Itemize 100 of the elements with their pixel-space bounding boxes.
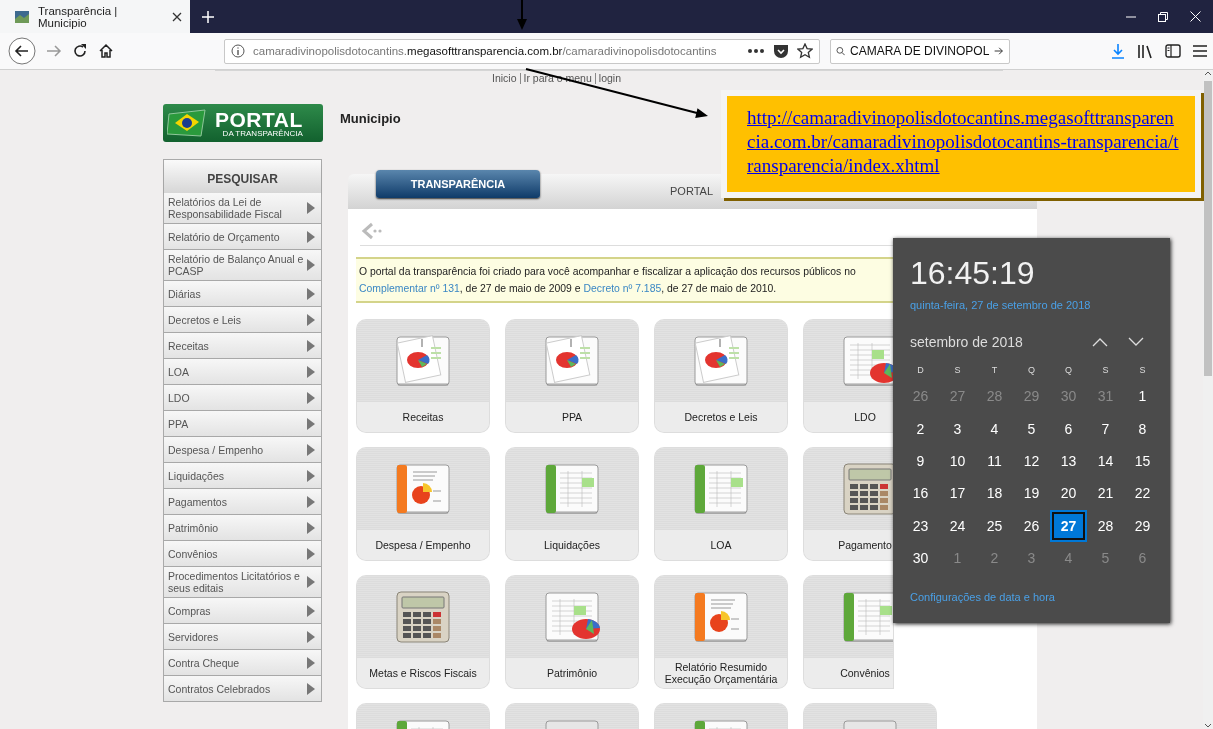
calendar-day[interactable]: 25 [976, 509, 1013, 542]
sidebar-item[interactable]: Diárias [164, 281, 321, 307]
calendar-day[interactable]: 24 [939, 509, 976, 542]
more-icon[interactable] [747, 48, 765, 54]
caret-icon [307, 656, 315, 669]
calendar-day[interactable]: 29 [1124, 509, 1161, 542]
url-link[interactable]: http://camaradivinopolisdotocantins.megasofttransparencia.com.br/camaradivinopolisdotocantins-transparencia/transparencia/index.xhtml [747, 106, 1181, 178]
menu-tile[interactable]: Patrimônio [506, 576, 638, 688]
menu-tile[interactable]: Despesa / Empenho [357, 448, 489, 560]
chevron-up-icon[interactable] [1092, 337, 1108, 347]
menu-tile[interactable]: Convênios [804, 576, 893, 688]
sidebar-item[interactable]: LOA [164, 359, 321, 385]
sidebar-item[interactable]: Servidores [164, 624, 321, 650]
scrollbar[interactable] [1203, 70, 1213, 729]
calendar-day[interactable]: 23 [902, 509, 939, 542]
weekday-label: Q [1064, 364, 1073, 377]
menu-tile[interactable]: LOA [655, 448, 787, 560]
calendar-day[interactable]: 6 [1050, 412, 1087, 445]
tab[interactable]: TRANSPARÊNCIA [376, 170, 540, 198]
calendar-day[interactable]: 2 [902, 412, 939, 445]
menu-tile[interactable]: Metas e Riscos Fiscais [357, 576, 489, 688]
restore-icon[interactable] [1158, 11, 1168, 22]
download-icon[interactable] [1111, 43, 1125, 59]
nav-link[interactable]: login [594, 73, 624, 84]
calendar-day[interactable]: 26 [1013, 509, 1050, 542]
menu-tile[interactable]: Receitas [357, 320, 489, 432]
calendar-day[interactable]: 14 [1087, 444, 1124, 478]
menu-tile[interactable]: Liquidações [506, 448, 638, 560]
menu-tile[interactable]: PPA [506, 320, 638, 432]
chevron-down-icon[interactable] [1128, 337, 1144, 347]
back-icon[interactable] [8, 37, 36, 65]
menu-tile[interactable]: Relatório Resumido Execução Orçamentária [655, 576, 787, 688]
menu-tile[interactable]: Pagamento [804, 448, 893, 560]
sidebar-item[interactable]: Compras [164, 598, 321, 624]
menu-tile[interactable]: LDO [804, 320, 893, 432]
sidebar-item[interactable]: Contratos Celebrados [164, 676, 321, 702]
address-bar[interactable]: camaradivinopolisdotocantins.megasofttransparencia.com.br/camaradivinopolisdotocantins [224, 38, 820, 64]
sidebar-item[interactable]: Relatórios da Lei de Responsabilidade Fiscal [164, 193, 321, 224]
sidebar-icon[interactable] [1165, 44, 1181, 58]
sidebar-item[interactable]: Convênios [164, 541, 321, 567]
calendar-day[interactable]: 30 [902, 541, 939, 575]
sidebar-item[interactable]: Liquidações [164, 463, 321, 489]
law-link[interactable]: Complementar nº 131 [359, 283, 460, 294]
sidebar-item[interactable]: Receitas [164, 333, 321, 359]
calendar-day[interactable]: 19 [1013, 477, 1050, 510]
calendar-day[interactable]: 28 [1087, 509, 1124, 542]
caret-icon [307, 287, 315, 300]
calendar-day[interactable]: 20 [1050, 477, 1087, 510]
library-icon[interactable] [1137, 43, 1153, 59]
sidebar-item[interactable]: Relatório de Balanço Anual e PCASP [164, 250, 321, 281]
browser-tab[interactable]: Transparência | Municipio [0, 0, 190, 33]
calendar-day[interactable]: 21 [1087, 477, 1124, 510]
sidebar-item[interactable]: Decretos e Leis [164, 307, 321, 333]
go-arrow-icon[interactable] [994, 44, 1004, 58]
sidebar-item[interactable]: Pagamentos [164, 489, 321, 515]
sidebar-item[interactable]: Despesa / Empenho [164, 437, 321, 463]
pocket-icon[interactable] [773, 43, 789, 59]
caret-icon [307, 259, 315, 271]
new-tab-icon[interactable] [202, 10, 214, 23]
home-icon[interactable] [98, 43, 114, 59]
sidebar-item[interactable]: PPA [164, 411, 321, 437]
sidebar-item[interactable]: LDO [164, 385, 321, 411]
calendar-day[interactable]: 15 [1124, 444, 1161, 478]
calendar-day[interactable]: 4 [976, 412, 1013, 445]
calendar-day[interactable]: 3 [939, 412, 976, 445]
menu-tile[interactable]: Decretos e Leis [655, 320, 787, 432]
calendar-day[interactable]: 1 [1124, 380, 1161, 413]
sidebar-item[interactable]: Relatório de Orçamento [164, 224, 321, 250]
info-icon[interactable] [231, 44, 245, 58]
calendar-day[interactable]: 12 [1013, 444, 1050, 478]
forward-icon[interactable] [46, 43, 62, 59]
star-icon[interactable] [797, 43, 813, 59]
calendar-day[interactable]: 9 [902, 444, 939, 478]
sidebar-item[interactable]: Procedimentos Licitatórios e seus editais [164, 567, 321, 598]
scroll-up-icon[interactable] [1204, 70, 1212, 76]
calendar-day[interactable]: 22 [1124, 477, 1161, 510]
calendar-day[interactable]: 10 [939, 444, 976, 478]
calendar-day[interactable]: 27 [1050, 509, 1087, 542]
caret-icon [307, 547, 315, 560]
caret-icon [307, 365, 315, 378]
close-icon[interactable] [172, 11, 182, 22]
search-field[interactable]: CAMARA DE DIVINOPOL [830, 38, 1010, 64]
menu-icon[interactable] [1193, 45, 1207, 57]
calendar-day[interactable]: 5 [1013, 412, 1050, 445]
calendar-day[interactable]: 16 [902, 477, 939, 510]
calendar-day[interactable]: 8 [1124, 412, 1161, 445]
scroll-down-icon[interactable] [1204, 723, 1212, 729]
tab[interactable]: PORTAL [670, 174, 713, 197]
calendar-day[interactable]: 18 [976, 477, 1013, 510]
reload-icon[interactable] [72, 43, 88, 59]
sidebar-item[interactable]: Contra Cheque [164, 650, 321, 676]
calendar-day[interactable]: 11 [976, 444, 1013, 478]
caret-icon [307, 230, 315, 243]
caret-icon [307, 313, 315, 326]
calendar-day[interactable]: 13 [1050, 444, 1087, 478]
calendar-day[interactable]: 7 [1087, 412, 1124, 445]
sidebar-item[interactable]: Patrimônio [164, 515, 321, 541]
calendar-day[interactable]: 17 [939, 477, 976, 510]
weekday-label: S [953, 364, 962, 377]
nav-link[interactable]: Inicio [489, 73, 520, 84]
